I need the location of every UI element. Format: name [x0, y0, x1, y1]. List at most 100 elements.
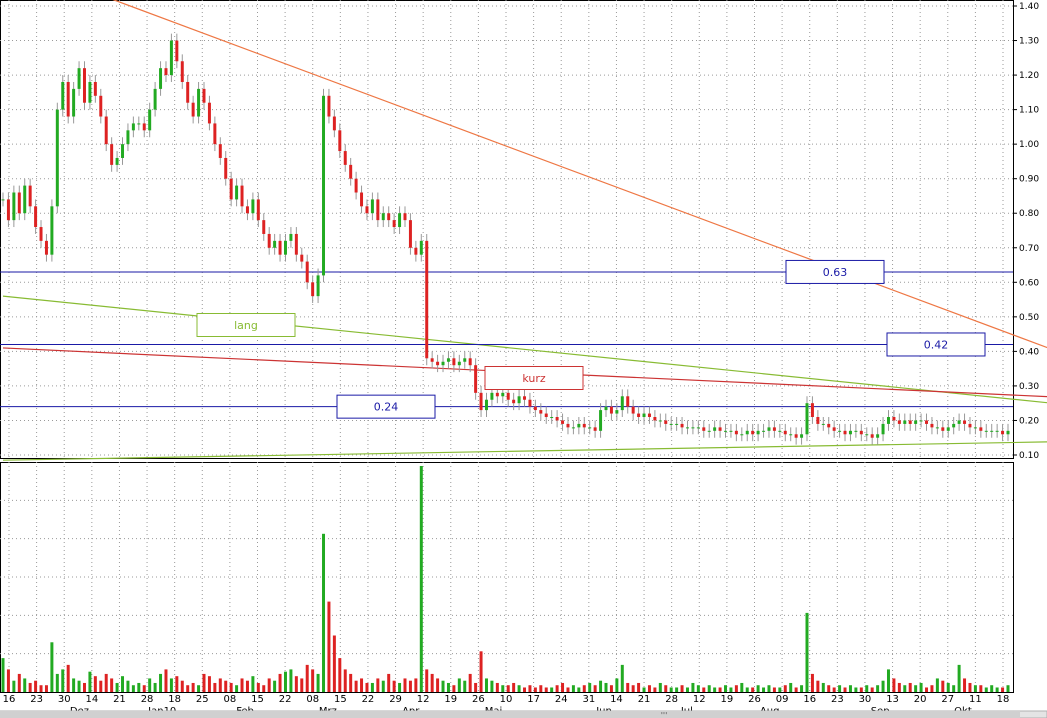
volume-bar [180, 680, 184, 692]
volume-bar [479, 651, 483, 692]
volume-bar [376, 678, 380, 692]
volume-bar [865, 685, 869, 692]
volume-bar [805, 612, 809, 692]
x-tick-label: 16 [803, 694, 816, 705]
candle-body [995, 430, 999, 432]
candle-body [963, 420, 967, 424]
candle-body [349, 164, 353, 179]
candle-body [131, 123, 135, 131]
volume-bar [783, 685, 787, 692]
candle-body [245, 206, 249, 214]
volume-bar [995, 687, 999, 692]
candle-body [360, 192, 364, 207]
volume-bar [23, 678, 27, 692]
volume-bar [446, 682, 450, 692]
candle-body [224, 157, 228, 179]
scrollbar-thumb [0, 711, 1020, 718]
volume-bar [794, 687, 798, 692]
candle-body [365, 206, 369, 214]
candle-body [946, 427, 950, 431]
candle-body [452, 358, 456, 366]
candle-body [539, 410, 543, 414]
candle-body [414, 247, 418, 255]
volume-bar [984, 687, 988, 692]
volume-bar [941, 680, 945, 692]
volume-bar [484, 678, 488, 692]
volume-bar [642, 687, 646, 692]
candle-body [251, 199, 255, 214]
volume-bar [751, 687, 755, 692]
volume-bar [17, 673, 21, 692]
volume-bar [685, 687, 689, 692]
volume-bar [267, 678, 271, 692]
candle-body [745, 430, 749, 435]
volume-bar [1001, 687, 1005, 692]
candle-body [186, 81, 190, 103]
candle-body [93, 81, 97, 96]
volume-bar [680, 685, 684, 692]
volume-bar [528, 685, 532, 692]
candle-body [881, 423, 885, 435]
x-tick-label: 21 [113, 694, 126, 705]
volume-bar [12, 680, 16, 692]
y-tick-label: 0.50 [1019, 313, 1039, 323]
volume-bar [148, 678, 152, 692]
volume-bar [28, 682, 32, 692]
candle-body [577, 423, 581, 428]
candle-body [870, 434, 874, 438]
candle-body [935, 427, 939, 429]
volume-bar [767, 685, 771, 692]
candle-body [490, 392, 494, 400]
level-label-text: 0.24 [374, 401, 399, 414]
candle-body [403, 213, 407, 221]
x-tick-label: 30 [58, 694, 71, 705]
volume-bar [294, 676, 298, 692]
candle-body [501, 392, 505, 397]
volume-bar [126, 680, 130, 692]
volume-bar [658, 682, 662, 692]
candle-body [17, 192, 21, 214]
candle-body [724, 430, 728, 432]
candle-body [213, 123, 217, 145]
candle-body [169, 40, 173, 76]
volume-bar [892, 678, 896, 692]
volume-bar [202, 673, 206, 692]
candle-body [61, 81, 65, 110]
candle-body [533, 406, 537, 411]
volume-bar [886, 669, 890, 692]
x-tick-label: 12 [693, 694, 706, 705]
volume-bar [72, 678, 76, 692]
y-tick-label: 0.60 [1019, 278, 1039, 288]
candle-body [620, 396, 624, 411]
candle-body [55, 109, 59, 207]
candle-body [1006, 430, 1010, 435]
volume-bar [186, 685, 190, 692]
volume-bar [115, 682, 119, 692]
candle-body [740, 434, 744, 436]
volume-bar [430, 673, 434, 692]
volume-bar [169, 678, 173, 692]
volume-bar [963, 678, 967, 692]
volume-bar [968, 682, 972, 692]
candle-body [1001, 430, 1005, 435]
volume-bar [66, 664, 70, 692]
candle-body [267, 233, 271, 248]
level-label-text: 0.42 [924, 338, 949, 351]
volume-bar [327, 601, 331, 692]
volume-bar [903, 685, 907, 692]
volume-bar [387, 673, 391, 692]
candle-body [854, 430, 858, 432]
volume-bar [626, 682, 630, 692]
x-tick-label: 19 [444, 694, 457, 705]
candle-body [311, 282, 315, 297]
volume-bar [637, 682, 641, 692]
volume-bar [501, 685, 505, 692]
volume-bar [365, 682, 369, 692]
volume-bar [474, 682, 478, 692]
volume-bar [593, 685, 597, 692]
volume-bar [311, 669, 315, 692]
candle-body [555, 417, 559, 421]
volume-bar [240, 678, 244, 692]
horizontal-scrollbar[interactable]: ''' [0, 710, 1047, 718]
volume-bar [859, 687, 863, 692]
